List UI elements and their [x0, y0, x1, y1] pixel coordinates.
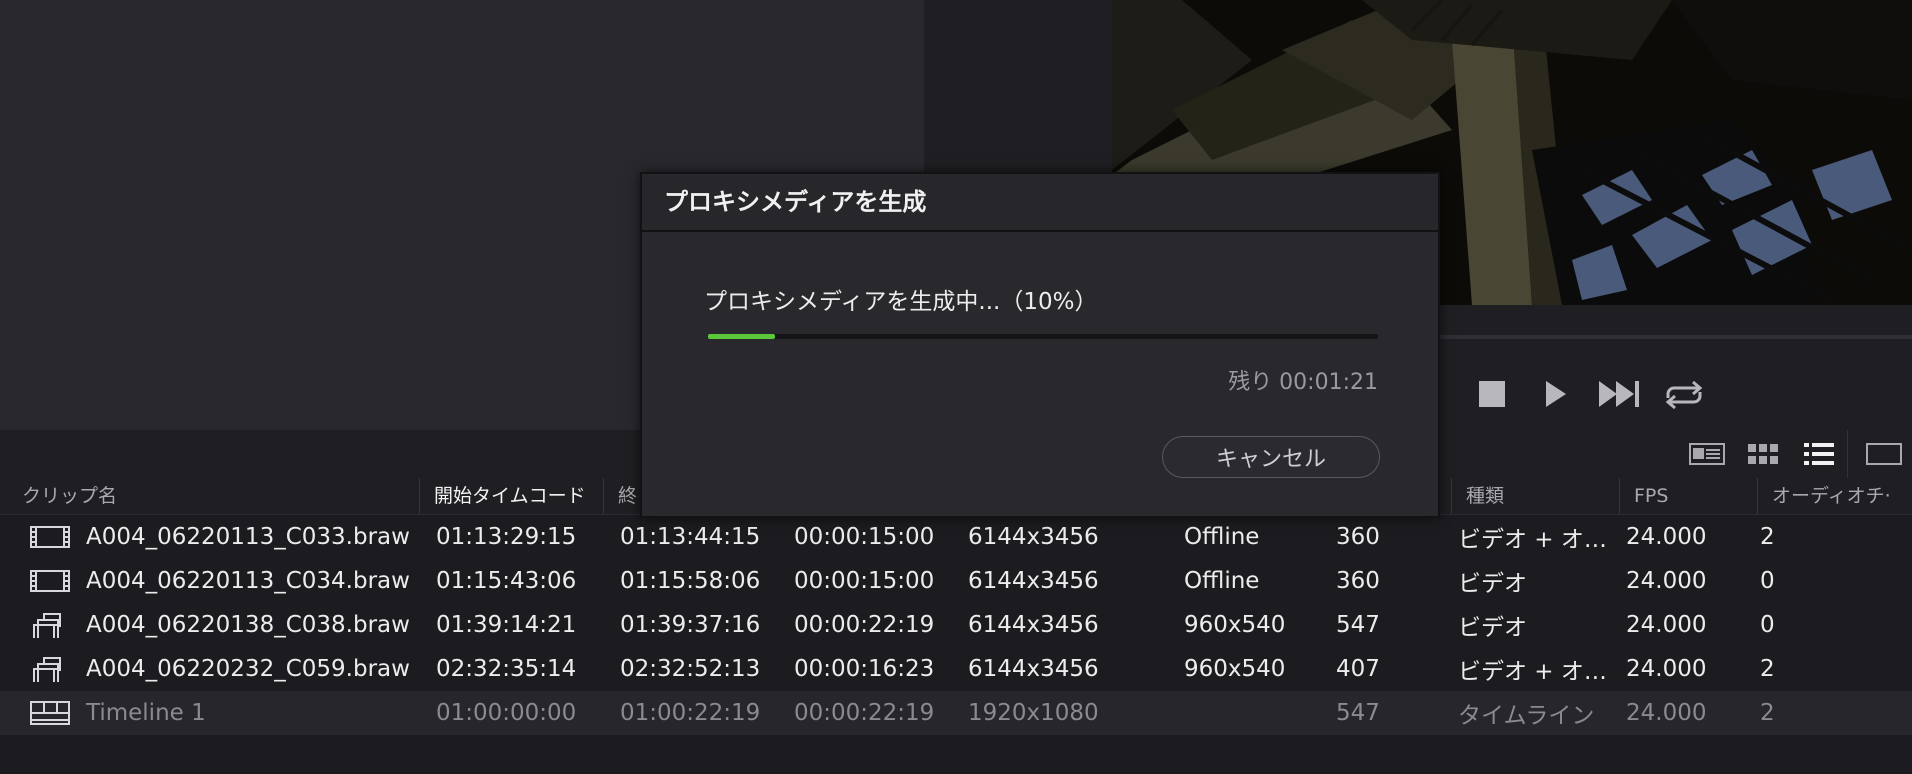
- metadata-view-icon[interactable]: [1679, 430, 1735, 478]
- video-clip-icon: [30, 524, 70, 550]
- cell-audio-ch: 2: [1760, 700, 1775, 726]
- cell-resolution: 6144x3456: [968, 524, 1099, 550]
- cell-proxy: 960x540: [1184, 656, 1286, 682]
- cell-resolution: 6144x3456: [968, 656, 1099, 682]
- cell-end-tc: 01:13:44:15: [620, 524, 761, 550]
- cell-fps: 24.000: [1626, 568, 1707, 594]
- cancel-button[interactable]: キャンセル: [1162, 436, 1380, 478]
- next-clip-icon[interactable]: [1598, 372, 1642, 416]
- cell-type: タイムライン: [1458, 703, 1595, 729]
- single-viewer-icon[interactable]: [1856, 430, 1912, 478]
- cell-end-tc: 01:00:22:19: [620, 700, 761, 726]
- cell-end-tc: 02:32:52:13: [620, 656, 761, 682]
- table-row[interactable]: Timeline 1 01:00:00:00 01:00:22:19 00:00:22…: [0, 691, 1912, 735]
- cell-duration: 00:00:16:23: [794, 656, 935, 682]
- cell-start-tc: 01:39:14:21: [436, 612, 577, 638]
- cell-clip-name: A004_06220138_C038.braw: [0, 612, 420, 638]
- clip-list-table: クリップ名 開始タイムコード 終 種類 FPS オーディオチ‧ A004_062…: [0, 478, 1912, 774]
- cell-start-tc: 01:13:29:15: [436, 524, 577, 550]
- cell-audio-ch: 2: [1760, 656, 1775, 682]
- cell-clip-name: A004_06220232_C059.braw: [0, 656, 420, 682]
- video-clip-icon: [30, 568, 70, 594]
- cell-duration: 00:00:15:00: [794, 568, 935, 594]
- cell-frames: 407: [1336, 656, 1380, 682]
- proxy-clip-icon: [30, 656, 70, 682]
- cell-start-tc: 01:00:00:00: [436, 700, 577, 726]
- list-view-icon[interactable]: [1791, 430, 1847, 478]
- cell-audio-ch: 2: [1760, 524, 1775, 550]
- cell-frames: 547: [1336, 700, 1380, 726]
- column-header-fps[interactable]: FPS: [1620, 478, 1758, 514]
- dialog-title: プロキシメディアを生成: [642, 174, 1438, 232]
- column-header-start-tc[interactable]: 開始タイムコード: [420, 478, 604, 514]
- cell-end-tc: 01:39:37:16: [620, 612, 761, 638]
- cell-audio-ch: 0: [1760, 568, 1775, 594]
- progress-bar-fill: [708, 334, 775, 339]
- clip-name: A004_06220113_C033.braw: [86, 524, 410, 550]
- time-remaining: 残り 00:01:21: [1228, 370, 1378, 395]
- play-icon[interactable]: [1534, 372, 1578, 416]
- cell-resolution: 6144x3456: [968, 612, 1099, 638]
- cell-audio-ch: 0: [1760, 612, 1775, 638]
- cell-start-tc: 02:32:35:14: [436, 656, 577, 682]
- clip-name: Timeline 1: [86, 700, 206, 726]
- cell-duration: 00:00:15:00: [794, 524, 935, 550]
- progress-message: プロキシメディアを生成中...（10%）: [704, 289, 1098, 315]
- proxy-clip-icon: [30, 612, 70, 638]
- table-row[interactable]: A004_06220138_C038.braw 01:39:14:21 01:39:…: [0, 603, 1912, 647]
- progress-bar: [708, 334, 1378, 339]
- cell-fps: 24.000: [1626, 700, 1707, 726]
- transport-controls: [1470, 372, 1706, 416]
- clip-name: A004_06220138_C038.braw: [86, 612, 410, 638]
- cell-clip-name: Timeline 1: [0, 700, 420, 726]
- table-row[interactable]: A004_06220113_C033.braw 01:13:29:15 01:13:…: [0, 515, 1912, 559]
- cell-frames: 547: [1336, 612, 1380, 638]
- cell-fps: 24.000: [1626, 612, 1707, 638]
- stop-icon[interactable]: [1470, 372, 1514, 416]
- cell-resolution: 1920x1080: [968, 700, 1099, 726]
- clip-name: A004_06220232_C059.braw: [86, 656, 410, 682]
- cell-clip-name: A004_06220113_C033.braw: [0, 524, 420, 550]
- table-row[interactable]: A004_06220113_C034.braw 01:15:43:06 01:15:…: [0, 559, 1912, 603]
- cell-proxy: Offline: [1184, 524, 1260, 550]
- cell-type: ビデオ: [1458, 571, 1527, 597]
- column-header-clip-name[interactable]: クリップ名: [0, 478, 420, 514]
- cell-duration: 00:00:22:19: [794, 700, 935, 726]
- cell-end-tc: 01:15:58:06: [620, 568, 761, 594]
- cell-type: ビデオ: [1458, 615, 1527, 641]
- cell-frames: 360: [1336, 524, 1380, 550]
- column-header-audio-ch[interactable]: オーディオチ‧: [1758, 478, 1912, 514]
- cell-type: ビデオ + オ…: [1458, 659, 1607, 685]
- cell-fps: 24.000: [1626, 656, 1707, 682]
- table-row[interactable]: A004_06220232_C059.braw 02:32:35:14 02:32:…: [0, 647, 1912, 691]
- cell-clip-name: A004_06220113_C034.braw: [0, 568, 420, 594]
- cell-type: ビデオ + オ…: [1458, 527, 1607, 553]
- clip-name: A004_06220113_C034.braw: [86, 568, 410, 594]
- cell-proxy: 960x540: [1184, 612, 1286, 638]
- thumbnail-view-icon[interactable]: [1735, 430, 1791, 478]
- cell-resolution: 6144x3456: [968, 568, 1099, 594]
- generate-proxy-dialog: プロキシメディアを生成 プロキシメディアを生成中...（10%） 残り 00:0…: [640, 172, 1440, 518]
- column-header-type[interactable]: 種類: [1452, 478, 1620, 514]
- loop-icon[interactable]: [1662, 372, 1706, 416]
- timeline-icon: [30, 700, 70, 726]
- cell-proxy: Offline: [1184, 568, 1260, 594]
- cell-frames: 360: [1336, 568, 1380, 594]
- cell-fps: 24.000: [1626, 524, 1707, 550]
- cell-start-tc: 01:15:43:06: [436, 568, 577, 594]
- cell-duration: 00:00:22:19: [794, 612, 935, 638]
